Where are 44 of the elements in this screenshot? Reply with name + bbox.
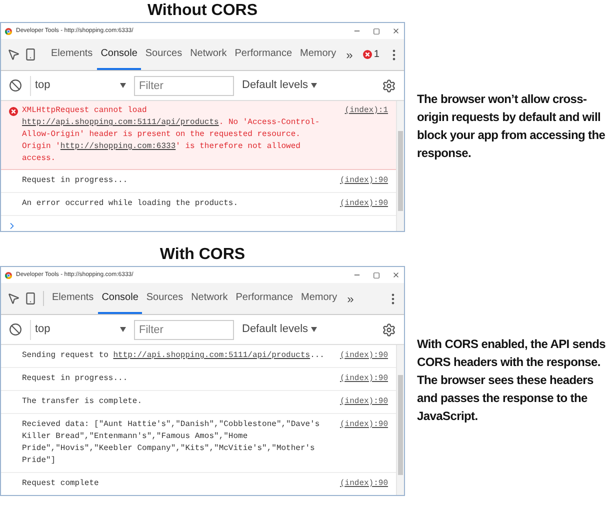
figure-heading: Without CORS bbox=[146, 1, 259, 21]
panel-tab[interactable]: Network bbox=[186, 39, 231, 70]
log-message: Recieved data: ["Aunt Hattie's","Danish","Cobblestone","Dave's Killer Bread","Entenmann's","Famous Amos","Home Pride","Hovis","Keebler Company","Kits","McVitie's","Mother's Pride"] bbox=[22, 419, 321, 467]
log-message: Request in progress... bbox=[22, 175, 129, 187]
log-message: Request complete bbox=[22, 478, 100, 490]
error-message: XMLHttpRequest cannot load http://api.shopping.com:5111/api/products. No 'Access-Control-Allow-Origin' header is present on the requested resource. Origin 'http://shopping.com:6333' is therefore not allowed access. bbox=[22, 105, 321, 165]
error-count-badge[interactable]: 1 bbox=[358, 39, 384, 70]
source-link[interactable]: (index):90 bbox=[340, 373, 388, 385]
panel-tab[interactable]: Console bbox=[98, 283, 142, 314]
filter-field[interactable]: Filter bbox=[134, 320, 234, 340]
panel-tab[interactable]: Console bbox=[96, 39, 142, 70]
source-link[interactable]: (index):1 bbox=[344, 105, 388, 117]
more-tabs-button[interactable]: » bbox=[341, 283, 360, 314]
panel-tab[interactable]: Elements bbox=[48, 283, 98, 314]
panel-tab[interactable]: Performance bbox=[232, 283, 298, 314]
panel-tab[interactable]: Memory bbox=[297, 283, 342, 314]
log-message: An error occurred while loading the products. bbox=[22, 198, 240, 210]
source-link[interactable]: (index):90 bbox=[340, 350, 388, 362]
url-link[interactable]: http://shopping.com:6333 bbox=[60, 142, 176, 151]
source-link[interactable]: (index):90 bbox=[340, 175, 388, 187]
context-dropdown[interactable]: top bbox=[30, 76, 130, 96]
log-message: Request in progress... bbox=[22, 373, 129, 385]
panel-tab[interactable]: Sources bbox=[142, 283, 188, 314]
url-link[interactable]: http://api.shopping.com:5111/api/products bbox=[113, 351, 310, 360]
log-message: The transfer is complete. bbox=[22, 396, 144, 408]
annotation-text: With CORS enabled, the API sends CORS headers with the response. The browser sees these headers and passes the response to the JavaScript. bbox=[417, 336, 607, 425]
annotation-text: The browser won’t allow cross-origin requests by default and will block your app from accessing the response. bbox=[417, 91, 606, 162]
source-link[interactable]: (index):90 bbox=[340, 419, 388, 431]
panel-tab[interactable]: Elements bbox=[47, 39, 97, 70]
log-levels-dropdown[interactable]: Default levels bbox=[242, 77, 318, 94]
filter-field[interactable]: Filter bbox=[134, 76, 234, 96]
panel-tab[interactable]: Network bbox=[187, 283, 232, 314]
source-link[interactable]: (index):90 bbox=[340, 396, 388, 408]
url-link[interactable]: http://api.shopping.com:5111/api/products bbox=[22, 118, 219, 127]
log-levels-dropdown[interactable]: Default levels bbox=[242, 321, 318, 338]
more-tabs-button[interactable]: » bbox=[340, 39, 359, 70]
panel-tab[interactable]: Sources bbox=[141, 39, 186, 70]
panel-tab[interactable]: Performance bbox=[230, 39, 296, 70]
log-message: Sending request to http://api.shopping.com:5111/api/products... bbox=[22, 350, 326, 362]
source-link[interactable]: (index):90 bbox=[340, 198, 388, 210]
context-dropdown[interactable]: top bbox=[30, 320, 130, 340]
source-link[interactable]: (index):90 bbox=[340, 478, 388, 490]
panel-tab[interactable]: Memory bbox=[296, 39, 340, 70]
figure-heading: With CORS bbox=[158, 245, 246, 265]
